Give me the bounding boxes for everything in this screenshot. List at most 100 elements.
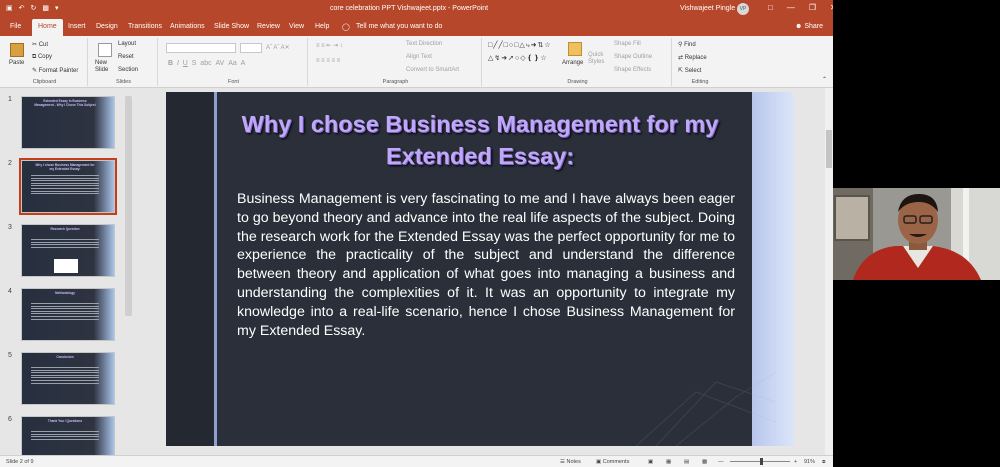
layout-button[interactable]: Layout [118,41,136,47]
arrange-icon[interactable] [568,42,582,56]
shape-fill-button[interactable]: Shape Fill [614,41,641,47]
user-name[interactable]: Vishwajeet Pingle [680,5,735,12]
slide-thumbnail-5[interactable]: Conclusion [21,352,115,405]
redo-icon[interactable]: ↻ [31,4,37,12]
zoom-level[interactable]: 91% [804,459,815,465]
copy-button[interactable]: ⧉ Copy [32,54,52,61]
editor-scrollbar[interactable] [825,88,833,455]
editor-scrollbar-thumb[interactable] [826,130,832,168]
clipboard-group: Paste ✂ Cut ⧉ Copy ✎ Format Painter Clip… [2,38,88,86]
slideshow-view-icon[interactable]: ▩ [702,459,707,465]
thumb-chart-image [54,259,78,273]
customize-qat-icon[interactable]: ▾ [55,4,59,12]
current-slide[interactable]: Why I chose Business Management for my E… [166,92,794,446]
zoom-out-icon[interactable]: — [718,459,724,465]
align-text-button[interactable]: Align Text [406,54,432,60]
cut-label: Cut [38,42,49,48]
font-size-buttons[interactable]: Aˆ Aˇ A✕ [266,44,290,51]
save-icon[interactable]: ▣ [6,4,13,12]
arrange-button[interactable]: Arrange [562,60,583,66]
thumb-text-lines [31,303,99,321]
shapes-gallery[interactable]: □╱╱□○□△⤷➜⇅☆ [488,41,552,50]
present-icon[interactable]: ▩ [42,4,49,12]
slide-thumbnail-1[interactable]: Extended Essay in Business Management - … [21,96,115,149]
tab-transitions[interactable]: Transitions [128,23,162,30]
quick-styles-button[interactable]: Quick Styles [588,52,604,66]
share-label: Share [804,23,823,30]
shapes-gallery-row-2[interactable]: △↯➜➚○◇❴❵☆ [488,54,548,62]
new-slide-icon[interactable] [98,43,112,57]
thumb-title: Extended Essay in Business Management - … [34,99,96,107]
tab-animations[interactable]: Animations [170,23,205,30]
maximize-icon[interactable]: ❐ [809,3,816,12]
format-painter-button[interactable]: ✎ Format Painter [32,67,78,74]
share-button[interactable]: ☻ Share [795,23,823,30]
reset-button[interactable]: Reset [118,54,134,60]
tab-review[interactable]: Review [257,23,280,30]
fit-slide-icon[interactable]: ⧈ [822,459,826,466]
avatar[interactable]: VP [737,3,749,15]
undo-icon[interactable]: ↶ [19,4,25,12]
tab-home[interactable]: Home [32,19,63,36]
notes-button[interactable]: ☰ Notes [560,459,581,465]
thumbnails-scrollbar[interactable] [125,96,132,316]
document-title: core celebration PPT Vishwajeet.pptx - P… [330,5,489,12]
paragraph-group: ≡ ≡ ⇤ ⇥ ↕ ≡ ≡ ≡ ≡ ≡ Text Direction Align… [310,38,482,86]
shape-outline-button[interactable]: Shape Outline [614,54,652,60]
align-buttons[interactable]: ≡ ≡ ≡ ≡ ≡ [316,58,340,64]
tab-view[interactable]: View [289,23,304,30]
normal-view-icon[interactable]: ▣ [648,459,653,465]
list-buttons[interactable]: ≡ ≡ ⇤ ⇥ ↕ [316,42,343,49]
slide-body-text[interactable]: Business Management is very fascinating … [237,190,735,340]
slide-title[interactable]: Why I chose Business Management for my E… [230,108,730,172]
tab-design[interactable]: Design [96,23,118,30]
tab-slide-show[interactable]: Slide Show [214,23,249,30]
drawing-label: Drawing [567,79,588,85]
comments-button[interactable]: ▣ Comments [596,459,629,465]
paste-icon[interactable] [10,43,24,57]
font-label: Font [227,79,239,85]
paste-button[interactable]: Paste [9,60,24,66]
decorative-lines [636,371,776,446]
tell-me-search[interactable]: Tell me what you want to do [356,23,442,30]
select-button[interactable]: ⇱ Select [678,67,701,74]
find-button[interactable]: ⚲ Find [678,41,696,48]
convert-smartart-button[interactable]: Convert to SmartArt [406,67,459,73]
new-slide-button[interactable]: New Slide [95,60,108,74]
shape-effects-button[interactable]: Shape Effects [614,67,651,73]
text-direction-button[interactable]: Text Direction [406,41,442,47]
replace-button[interactable]: ⇄ Replace [678,54,707,61]
ribbon-tabs: File Home Insert Design Transitions Anim… [0,18,833,36]
zoom-in-icon[interactable]: + [794,459,797,465]
drawing-group: □╱╱□○□△⤷➜⇅☆ △↯➜➚○◇❴❵☆ Arrange Quick Styl… [484,38,672,86]
tab-help[interactable]: Help [315,23,329,30]
thumb-title: Why I chose Business Management for my E… [35,163,95,171]
font-name-box[interactable] [166,43,236,53]
thumb-text-lines [31,431,99,441]
minimize-icon[interactable]: — [787,3,795,12]
font-size-box[interactable] [240,43,262,53]
font-style-buttons[interactable]: B I U S abc AV Aa A [168,60,245,67]
thumb-number: 6 [8,416,12,423]
thumb-number: 1 [8,96,12,103]
reading-view-icon[interactable]: ▤ [684,459,689,465]
slide-accent-line [214,92,217,446]
ribbon-display-icon[interactable]: □ [768,3,773,12]
section-button[interactable]: Section [118,67,138,73]
tab-insert[interactable]: Insert [68,23,86,30]
notes-label: Notes [566,459,581,465]
slide-thumbnail-4[interactable]: Methodology [21,288,115,341]
collapse-ribbon-icon[interactable]: ⌃ [822,76,827,83]
find-label: Find [684,42,696,48]
tab-file[interactable]: File [10,23,21,30]
font-group: Aˆ Aˇ A✕ B I U S abc AV Aa A Font [160,38,308,86]
slide-sorter-icon[interactable]: ▦ [666,459,671,465]
zoom-slider-thumb[interactable] [760,458,763,465]
slide-thumbnail-3[interactable]: Research Question [21,224,115,277]
slide-thumbnail-2[interactable]: Why I chose Business Management for my E… [19,158,117,215]
slides-label: Slides [116,79,131,85]
cut-button[interactable]: ✂ Cut [32,41,48,48]
thumb-title: Methodology [55,291,75,295]
editing-group: ⚲ Find ⇄ Replace ⇱ Select Editing [674,38,726,86]
status-bar: Slide 2 of 9 ☰ Notes ▣ Comments ▣ ▦ ▤ ▩ … [0,455,833,467]
